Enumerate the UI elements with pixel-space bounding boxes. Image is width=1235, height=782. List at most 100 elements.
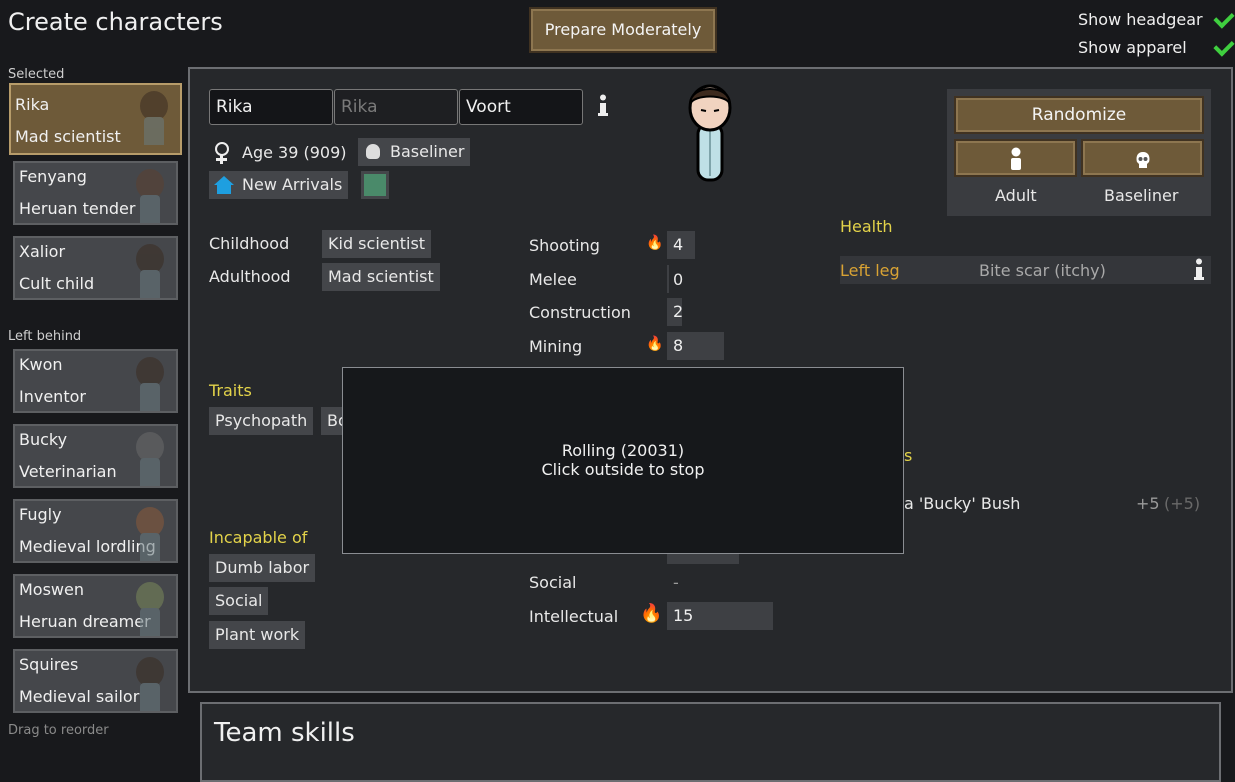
skill-level[interactable]: 15 (667, 602, 773, 630)
relations-heading: s (904, 446, 913, 465)
adult-icon (1010, 147, 1021, 170)
dev-stage-label: Adult (995, 186, 1037, 205)
pawn-job: Veterinarian (19, 462, 117, 481)
age-text[interactable]: Age 39 (909) (242, 143, 347, 162)
skill-name: Social (529, 573, 577, 592)
show-apparel-checkbox[interactable] (1212, 35, 1235, 58)
dev-stage-button[interactable] (954, 139, 1077, 177)
pawn-portrait (126, 165, 172, 223)
skill-name: Shooting (529, 236, 600, 255)
adulthood-backstory[interactable]: Mad scientist (322, 263, 440, 291)
double-flame-icon: 🔥 (640, 603, 663, 624)
pawn-portrait (130, 87, 176, 145)
health-part: Left leg (840, 261, 900, 280)
drag-hint: Drag to reorder (8, 723, 109, 738)
skull-icon (1136, 152, 1149, 168)
pawn-portrait (126, 503, 172, 561)
pawn-portrait (126, 353, 172, 411)
pawn-job: Inventor (19, 387, 86, 406)
skill-level[interactable]: 8 (667, 332, 724, 360)
incapable-chip[interactable]: Social (209, 587, 269, 615)
xenotype-button[interactable] (1081, 139, 1204, 177)
home-icon (214, 176, 234, 194)
female-icon (213, 142, 231, 164)
info-icon[interactable] (1193, 258, 1205, 282)
team-skills-panel: Team skills (200, 702, 1221, 782)
faction-chip[interactable]: New Arrivals (209, 171, 349, 199)
pawn-name: Rika (15, 95, 50, 114)
relation-opinion-base: (+5) (1164, 494, 1201, 513)
adulthood-label: Adulthood (209, 267, 291, 286)
skill-level-bar[interactable] (667, 265, 671, 293)
incapable-chip[interactable]: Dumb labor (209, 554, 316, 582)
last-name-field[interactable]: Voort (459, 89, 583, 125)
pawn-portrait (126, 240, 172, 298)
pawn-card[interactable]: Fenyang Heruan tender (13, 161, 178, 225)
pawn-name: Xalior (19, 242, 66, 261)
show-headgear-label[interactable]: Show headgear (1078, 10, 1203, 29)
nickname-field[interactable]: Rika (334, 89, 458, 125)
xenotype-label: Baseliner (390, 142, 465, 161)
skill-name: Melee (529, 270, 577, 289)
skill-name: Intellectual (529, 607, 619, 626)
pawn-job: Heruan tender (19, 199, 136, 218)
pawn-job: Mad scientist (15, 127, 121, 146)
skill-level: 0 (673, 270, 684, 289)
pawn-card[interactable]: Squires Medieval sailor (13, 649, 178, 713)
pawn-job: Medieval sailor (19, 687, 140, 706)
incapable-chip[interactable]: Plant work (209, 621, 306, 649)
pawn-card[interactable]: Xalior Cult child (13, 236, 178, 300)
team-skills-title: Team skills (214, 718, 355, 748)
relation-person[interactable]: a 'Bucky' Bush (904, 494, 1020, 513)
incapable-heading: Incapable of (209, 528, 308, 547)
favorite-color-button[interactable] (361, 171, 389, 199)
relation-opinion: +5 (1136, 494, 1160, 513)
pawn-portrait (126, 428, 172, 486)
show-apparel-label[interactable]: Show apparel (1078, 38, 1187, 57)
pawn-card[interactable]: Fugly Medieval lordling (13, 499, 178, 563)
flame-icon: 🔥 (646, 235, 664, 251)
skull-icon (366, 144, 380, 159)
trait-chip[interactable]: Psychopath (209, 407, 314, 435)
childhood-label: Childhood (209, 234, 290, 253)
page-title: Create characters (8, 8, 223, 36)
faction-label: New Arrivals (242, 175, 343, 194)
pawn-card[interactable]: Kwon Inventor (13, 349, 178, 413)
traits-heading: Traits (209, 381, 252, 400)
rolling-status: Rolling (20031) (561, 441, 685, 460)
rolling-hint: Click outside to stop (541, 460, 705, 479)
pawn-name: Kwon (19, 355, 63, 374)
flame-icon: 🔥 (646, 336, 664, 352)
health-condition: Bite scar (itchy) (979, 261, 1106, 280)
skill-level[interactable]: 4 (667, 231, 695, 259)
pawn-card[interactable]: Bucky Veterinarian (13, 424, 178, 488)
pawn-name: Squires (19, 655, 79, 674)
pawn-card[interactable]: Moswen Heruan dreamer (13, 574, 178, 638)
xenotype-label: Baseliner (1104, 186, 1179, 205)
pawn-name: Moswen (19, 580, 84, 599)
pawn-name: Fugly (19, 505, 62, 524)
prepare-moderately-button[interactable]: Prepare Moderately (529, 7, 717, 53)
pawn-name: Fenyang (19, 167, 87, 186)
pawn-portrait (126, 653, 172, 711)
checkmark-icon (1213, 7, 1235, 29)
checkmark-icon (1213, 35, 1235, 57)
skill-name: Mining (529, 337, 583, 356)
pawn-name: Bucky (19, 430, 68, 449)
selected-label: Selected (8, 67, 65, 82)
pawn-figure (688, 84, 732, 182)
health-heading: Health (840, 217, 893, 236)
first-name-field[interactable]: Rika (209, 89, 333, 125)
rolling-overlay[interactable]: Rolling (20031) Click outside to stop (342, 367, 904, 554)
show-headgear-checkbox[interactable] (1212, 7, 1235, 30)
skill-level[interactable]: 2 (667, 298, 683, 326)
pawn-card[interactable]: Rika Mad scientist (9, 83, 182, 155)
randomize-button[interactable]: Randomize (954, 96, 1204, 134)
skill-name: Construction (529, 303, 631, 322)
pawn-portrait (126, 578, 172, 636)
skill-level: - (673, 573, 679, 592)
info-icon[interactable] (597, 94, 609, 118)
childhood-backstory[interactable]: Kid scientist (322, 230, 432, 258)
color-swatch (364, 174, 386, 196)
xenotype-chip[interactable]: Baseliner (358, 138, 471, 166)
